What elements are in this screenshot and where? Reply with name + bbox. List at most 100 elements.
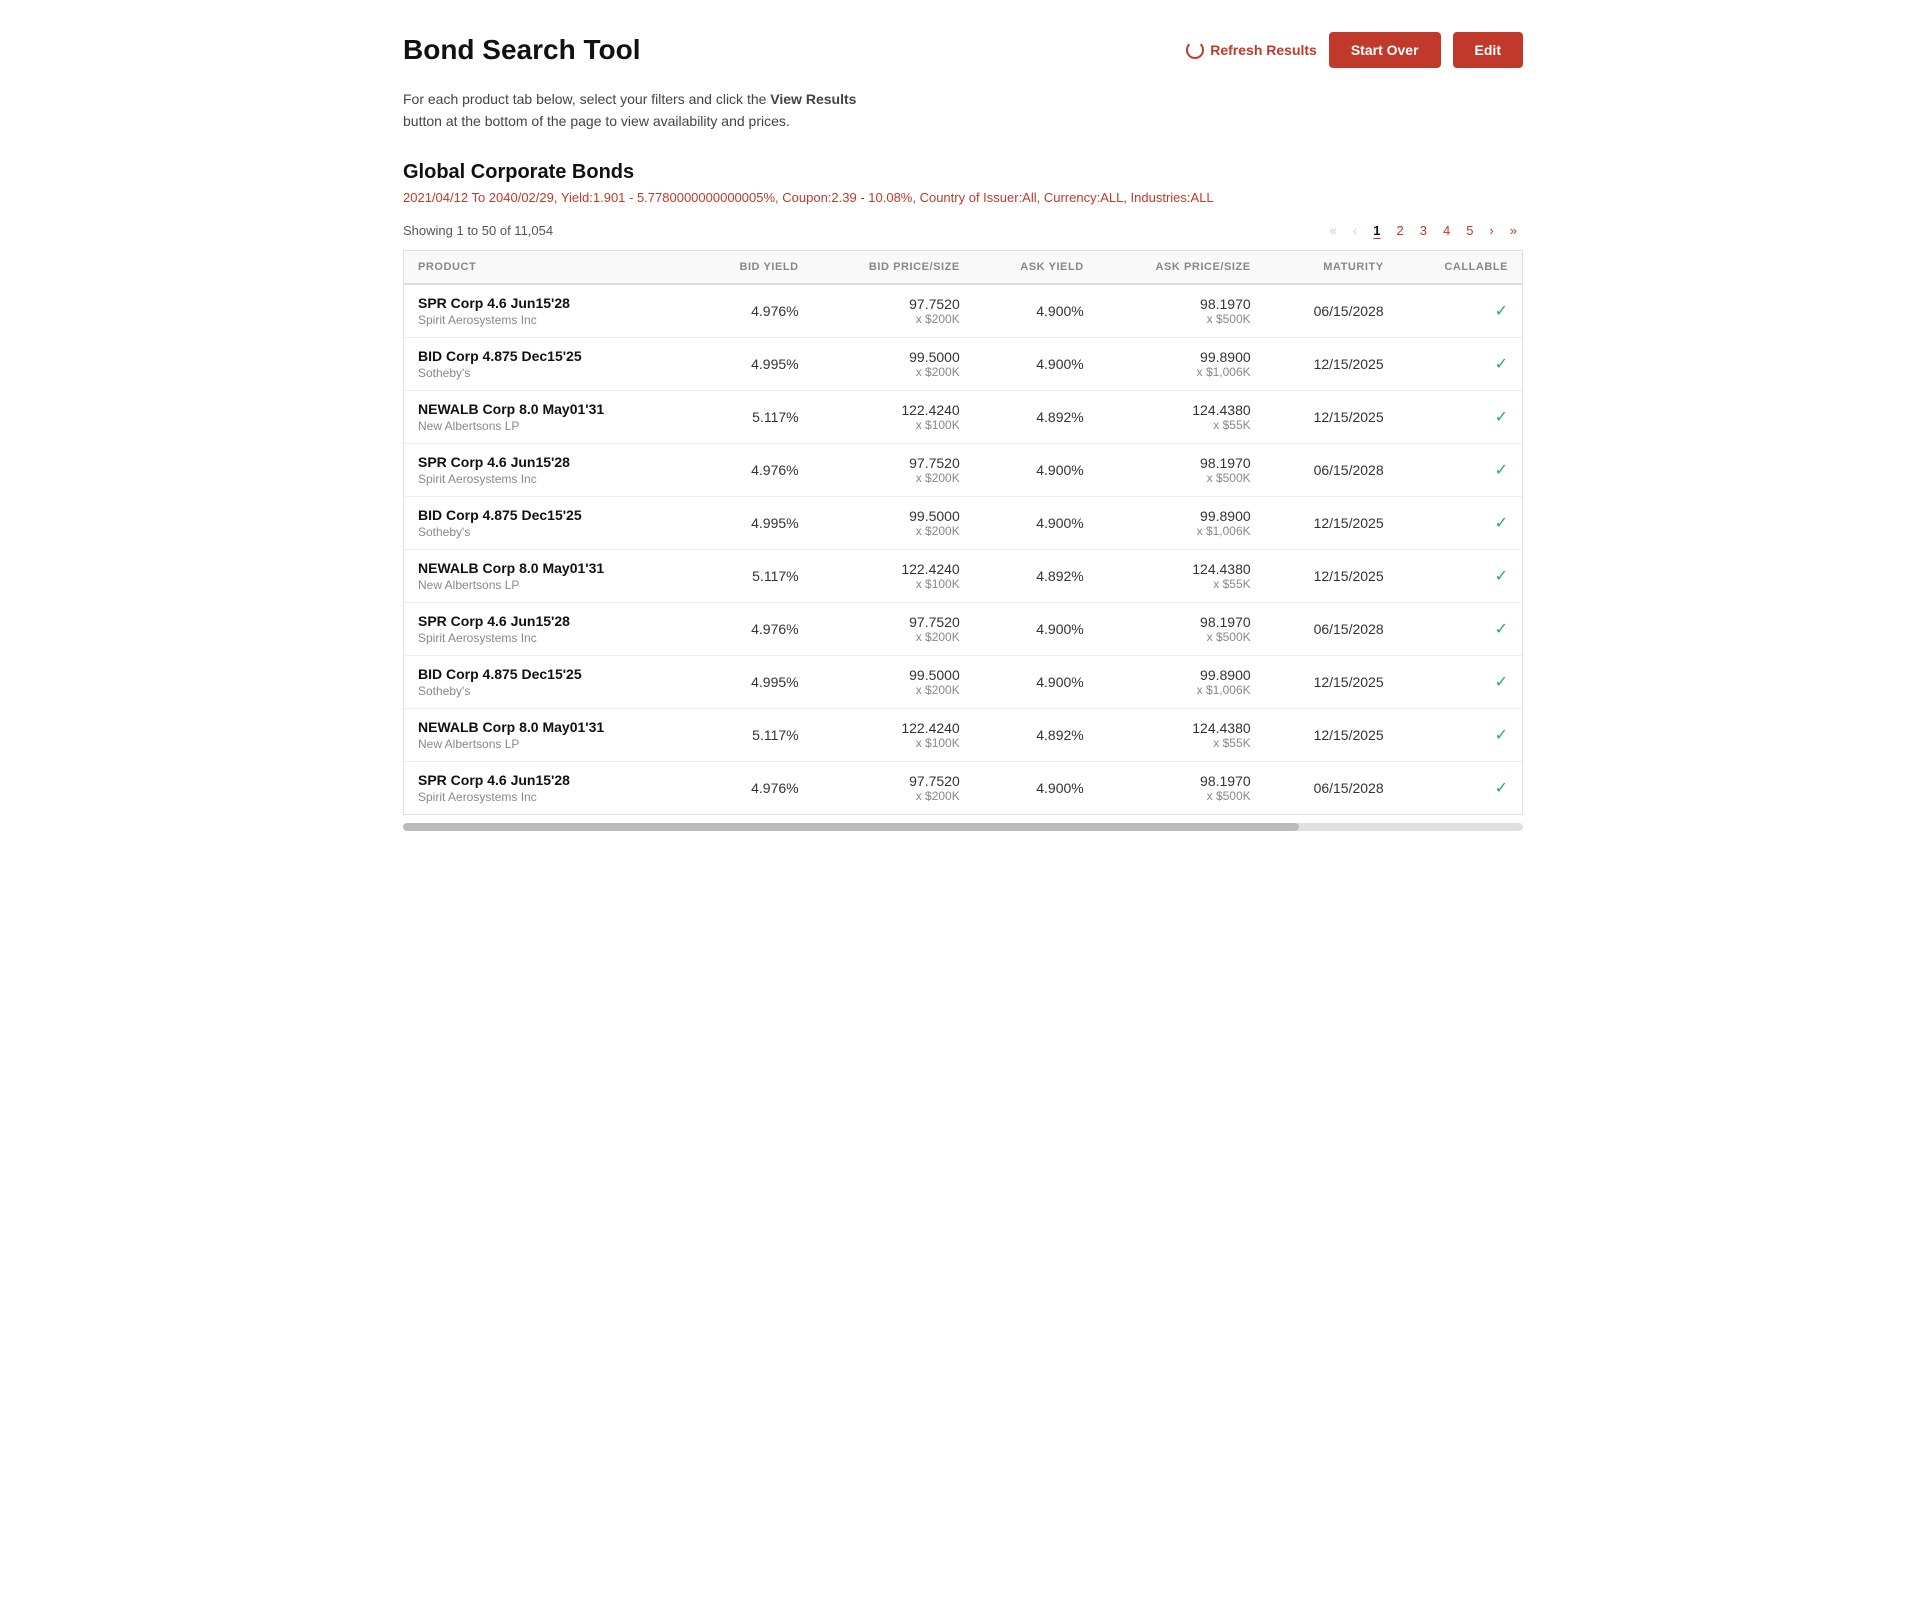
start-over-button[interactable]: Start Over <box>1329 32 1441 68</box>
cell-callable: ✓ <box>1398 284 1522 338</box>
header-actions: Refresh Results Start Over Edit <box>1186 32 1523 68</box>
cell-ask-price-size: 98.1970 x $500K <box>1098 443 1265 496</box>
cell-callable: ✓ <box>1398 761 1522 814</box>
col-product: PRODUCT <box>404 251 694 284</box>
cell-callable: ✓ <box>1398 549 1522 602</box>
cell-product: SPR Corp 4.6 Jun15'28 Spirit Aerosystems… <box>404 284 694 338</box>
cell-maturity: 12/15/2025 <box>1265 549 1398 602</box>
cell-ask-yield: 4.900% <box>974 496 1098 549</box>
cell-product: BID Corp 4.875 Dec15'25 Sotheby's <box>404 496 694 549</box>
results-bar: Showing 1 to 50 of 11,054 « ‹ 1 2 3 4 5 … <box>403 221 1523 240</box>
cell-bid-price-size: 99.5000 x $200K <box>813 655 974 708</box>
cell-bid-price-size: 99.5000 x $200K <box>813 337 974 390</box>
cell-bid-price-size: 97.7520 x $200K <box>813 284 974 338</box>
cell-bid-price-size: 122.4240 x $100K <box>813 549 974 602</box>
refresh-icon <box>1186 41 1204 59</box>
table-row[interactable]: SPR Corp 4.6 Jun15'28 Spirit Aerosystems… <box>404 443 1522 496</box>
cell-maturity: 12/15/2025 <box>1265 390 1398 443</box>
cell-callable: ✓ <box>1398 708 1522 761</box>
cell-product: SPR Corp 4.6 Jun15'28 Spirit Aerosystems… <box>404 761 694 814</box>
results-count: Showing 1 to 50 of 11,054 <box>403 223 553 238</box>
cell-ask-yield: 4.892% <box>974 549 1098 602</box>
col-maturity: MATURITY <box>1265 251 1398 284</box>
col-ask-yield: ASK YIELD <box>974 251 1098 284</box>
cell-ask-price-size: 124.4380 x $55K <box>1098 390 1265 443</box>
cell-callable: ✓ <box>1398 602 1522 655</box>
table-row[interactable]: SPR Corp 4.6 Jun15'28 Spirit Aerosystems… <box>404 602 1522 655</box>
table-row[interactable]: BID Corp 4.875 Dec15'25 Sotheby's 4.995%… <box>404 337 1522 390</box>
pagination-next[interactable]: › <box>1483 221 1499 240</box>
pagination-first[interactable]: « <box>1324 221 1343 240</box>
cell-product: BID Corp 4.875 Dec15'25 Sotheby's <box>404 655 694 708</box>
col-ask-price-size: ASK PRICE/SIZE <box>1098 251 1265 284</box>
cell-callable: ✓ <box>1398 496 1522 549</box>
cell-product: NEWALB Corp 8.0 May01'31 New Albertsons … <box>404 549 694 602</box>
cell-maturity: 12/15/2025 <box>1265 337 1398 390</box>
cell-bid-yield: 4.976% <box>694 761 812 814</box>
cell-bid-yield: 5.117% <box>694 708 812 761</box>
pagination-last[interactable]: » <box>1504 221 1523 240</box>
pagination-page-4[interactable]: 4 <box>1437 221 1456 240</box>
cell-ask-price-size: 99.8900 x $1,006K <box>1098 496 1265 549</box>
cell-product: NEWALB Corp 8.0 May01'31 New Albertsons … <box>404 708 694 761</box>
cell-bid-yield: 5.117% <box>694 390 812 443</box>
cell-ask-yield: 4.900% <box>974 655 1098 708</box>
pagination: « ‹ 1 2 3 4 5 › » <box>1324 221 1523 240</box>
cell-maturity: 12/15/2025 <box>1265 708 1398 761</box>
table-row[interactable]: BID Corp 4.875 Dec15'25 Sotheby's 4.995%… <box>404 655 1522 708</box>
cell-bid-price-size: 122.4240 x $100K <box>813 708 974 761</box>
cell-callable: ✓ <box>1398 443 1522 496</box>
edit-button[interactable]: Edit <box>1453 32 1523 68</box>
cell-ask-price-size: 124.4380 x $55K <box>1098 708 1265 761</box>
cell-maturity: 06/15/2028 <box>1265 443 1398 496</box>
cell-ask-yield: 4.900% <box>974 284 1098 338</box>
cell-ask-yield: 4.900% <box>974 761 1098 814</box>
cell-ask-price-size: 98.1970 x $500K <box>1098 284 1265 338</box>
table-row[interactable]: NEWALB Corp 8.0 May01'31 New Albertsons … <box>404 549 1522 602</box>
table-row[interactable]: NEWALB Corp 8.0 May01'31 New Albertsons … <box>404 708 1522 761</box>
cell-bid-price-size: 99.5000 x $200K <box>813 496 974 549</box>
cell-ask-yield: 4.900% <box>974 602 1098 655</box>
pagination-page-5[interactable]: 5 <box>1460 221 1479 240</box>
cell-bid-price-size: 97.7520 x $200K <box>813 602 974 655</box>
cell-bid-yield: 4.976% <box>694 602 812 655</box>
cell-ask-price-size: 99.8900 x $1,006K <box>1098 655 1265 708</box>
table-row[interactable]: BID Corp 4.875 Dec15'25 Sotheby's 4.995%… <box>404 496 1522 549</box>
horizontal-scrollbar[interactable] <box>403 823 1523 831</box>
table-row[interactable]: NEWALB Corp 8.0 May01'31 New Albertsons … <box>404 390 1522 443</box>
results-table: PRODUCT BID YIELD BID PRICE/SIZE ASK YIE… <box>404 251 1522 814</box>
filter-summary: 2021/04/12 To 2040/02/29, Yield:1.901 - … <box>403 190 1523 205</box>
cell-ask-yield: 4.900% <box>974 443 1098 496</box>
table-row[interactable]: SPR Corp 4.6 Jun15'28 Spirit Aerosystems… <box>404 761 1522 814</box>
scrollbar-thumb <box>403 823 1299 831</box>
table-row[interactable]: SPR Corp 4.6 Jun15'28 Spirit Aerosystems… <box>404 284 1522 338</box>
col-bid-yield: BID YIELD <box>694 251 812 284</box>
cell-product: SPR Corp 4.6 Jun15'28 Spirit Aerosystems… <box>404 602 694 655</box>
pagination-page-2[interactable]: 2 <box>1390 221 1409 240</box>
table-header-row: PRODUCT BID YIELD BID PRICE/SIZE ASK YIE… <box>404 251 1522 284</box>
page-header: Bond Search Tool Refresh Results Start O… <box>403 32 1523 68</box>
cell-product: BID Corp 4.875 Dec15'25 Sotheby's <box>404 337 694 390</box>
cell-maturity: 06/15/2028 <box>1265 761 1398 814</box>
cell-bid-yield: 4.976% <box>694 443 812 496</box>
pagination-page-3[interactable]: 3 <box>1414 221 1433 240</box>
cell-ask-price-size: 98.1970 x $500K <box>1098 761 1265 814</box>
cell-maturity: 12/15/2025 <box>1265 496 1398 549</box>
cell-callable: ✓ <box>1398 337 1522 390</box>
col-bid-price-size: BID PRICE/SIZE <box>813 251 974 284</box>
cell-ask-yield: 4.900% <box>974 337 1098 390</box>
cell-bid-yield: 4.976% <box>694 284 812 338</box>
refresh-button[interactable]: Refresh Results <box>1186 41 1317 59</box>
cell-ask-yield: 4.892% <box>974 390 1098 443</box>
cell-ask-yield: 4.892% <box>974 708 1098 761</box>
cell-bid-yield: 4.995% <box>694 496 812 549</box>
col-callable: CALLABLE <box>1398 251 1522 284</box>
cell-product: SPR Corp 4.6 Jun15'28 Spirit Aerosystems… <box>404 443 694 496</box>
cell-bid-price-size: 97.7520 x $200K <box>813 443 974 496</box>
pagination-page-1[interactable]: 1 <box>1367 221 1386 240</box>
cell-maturity: 06/15/2028 <box>1265 602 1398 655</box>
pagination-prev[interactable]: ‹ <box>1347 221 1363 240</box>
cell-bid-yield: 4.995% <box>694 655 812 708</box>
cell-product: NEWALB Corp 8.0 May01'31 New Albertsons … <box>404 390 694 443</box>
page-title: Bond Search Tool <box>403 34 641 66</box>
